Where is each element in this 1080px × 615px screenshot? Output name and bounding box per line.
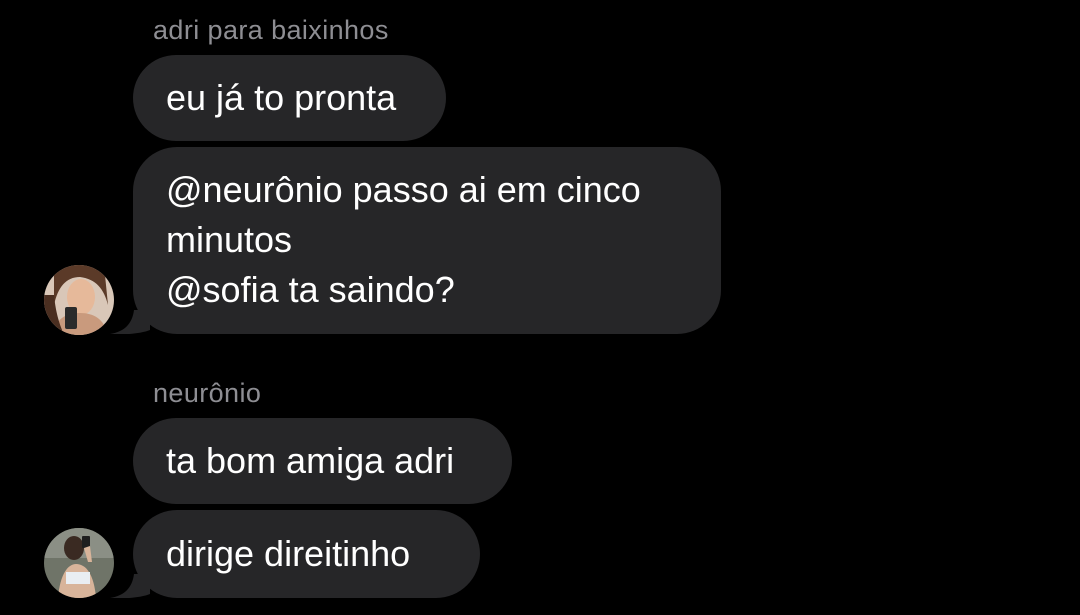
message-text: ta bom amiga adri <box>166 440 455 481</box>
message-bubble[interactable]: ta bom amiga adri <box>133 418 512 504</box>
bubble-tail <box>110 574 150 598</box>
sender-avatar[interactable] <box>44 528 114 598</box>
sender-name-adri: adri para baixinhos <box>153 15 389 45</box>
message-text-line: @sofia ta saindo? <box>166 269 455 310</box>
message-text: eu já to pronta <box>166 77 397 118</box>
sender-name-neuronio: neurônio <box>153 378 262 408</box>
message-text: dirige direitinho <box>166 533 411 574</box>
message-bubble[interactable]: @neurônio passo ai em cinco minutos @sof… <box>133 147 721 334</box>
message-text-line: @neurônio passo ai em cinco <box>166 169 641 210</box>
message-bubble[interactable]: dirige direitinho <box>133 510 480 598</box>
sender-avatar[interactable] <box>44 265 114 335</box>
bubble-tail <box>110 310 150 334</box>
message-bubble[interactable]: eu já to pronta <box>133 55 446 141</box>
message-text-line: minutos <box>166 219 293 260</box>
